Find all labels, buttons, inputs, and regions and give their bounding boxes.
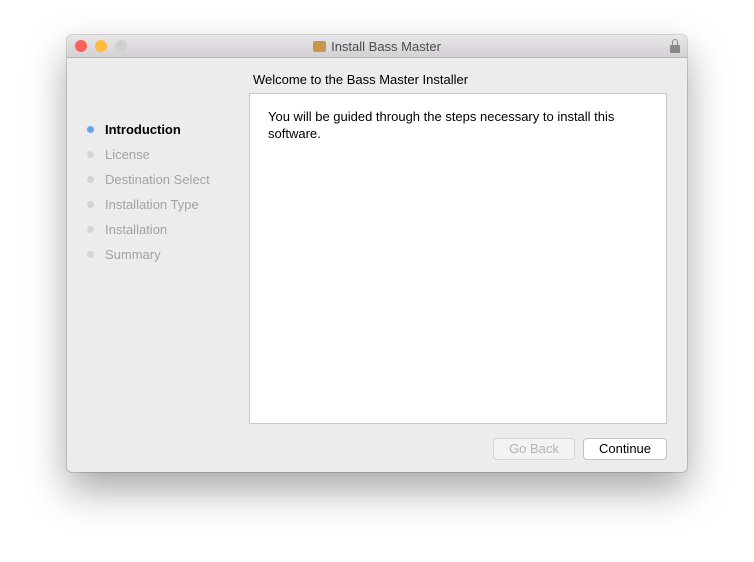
step-installation: Installation (87, 217, 210, 242)
step-dot-icon (87, 151, 94, 158)
content-pane: You will be guided through the steps nec… (249, 93, 667, 424)
installer-window: Install Bass Master Welcome to the Bass … (67, 35, 687, 472)
lock-icon[interactable] (670, 39, 680, 53)
package-icon (313, 41, 327, 52)
step-dot-icon (87, 251, 94, 258)
step-dot-icon (87, 176, 94, 183)
step-destination-select: Destination Select (87, 167, 210, 192)
step-dot-icon (87, 201, 94, 208)
page-heading: Welcome to the Bass Master Installer (253, 72, 469, 87)
step-dot-icon (87, 126, 94, 133)
step-license: License (87, 142, 210, 167)
step-installation-type: Installation Type (87, 192, 210, 217)
title-bar: Install Bass Master (67, 35, 687, 58)
step-list: Introduction License Destination Select … (87, 117, 210, 267)
go-back-button[interactable]: Go Back (493, 438, 575, 460)
continue-button[interactable]: Continue (583, 438, 667, 460)
step-dot-icon (87, 226, 94, 233)
step-summary: Summary (87, 242, 210, 267)
intro-text: You will be guided through the steps nec… (268, 109, 615, 141)
window-title: Install Bass Master (331, 39, 441, 54)
step-introduction: Introduction (87, 117, 210, 142)
